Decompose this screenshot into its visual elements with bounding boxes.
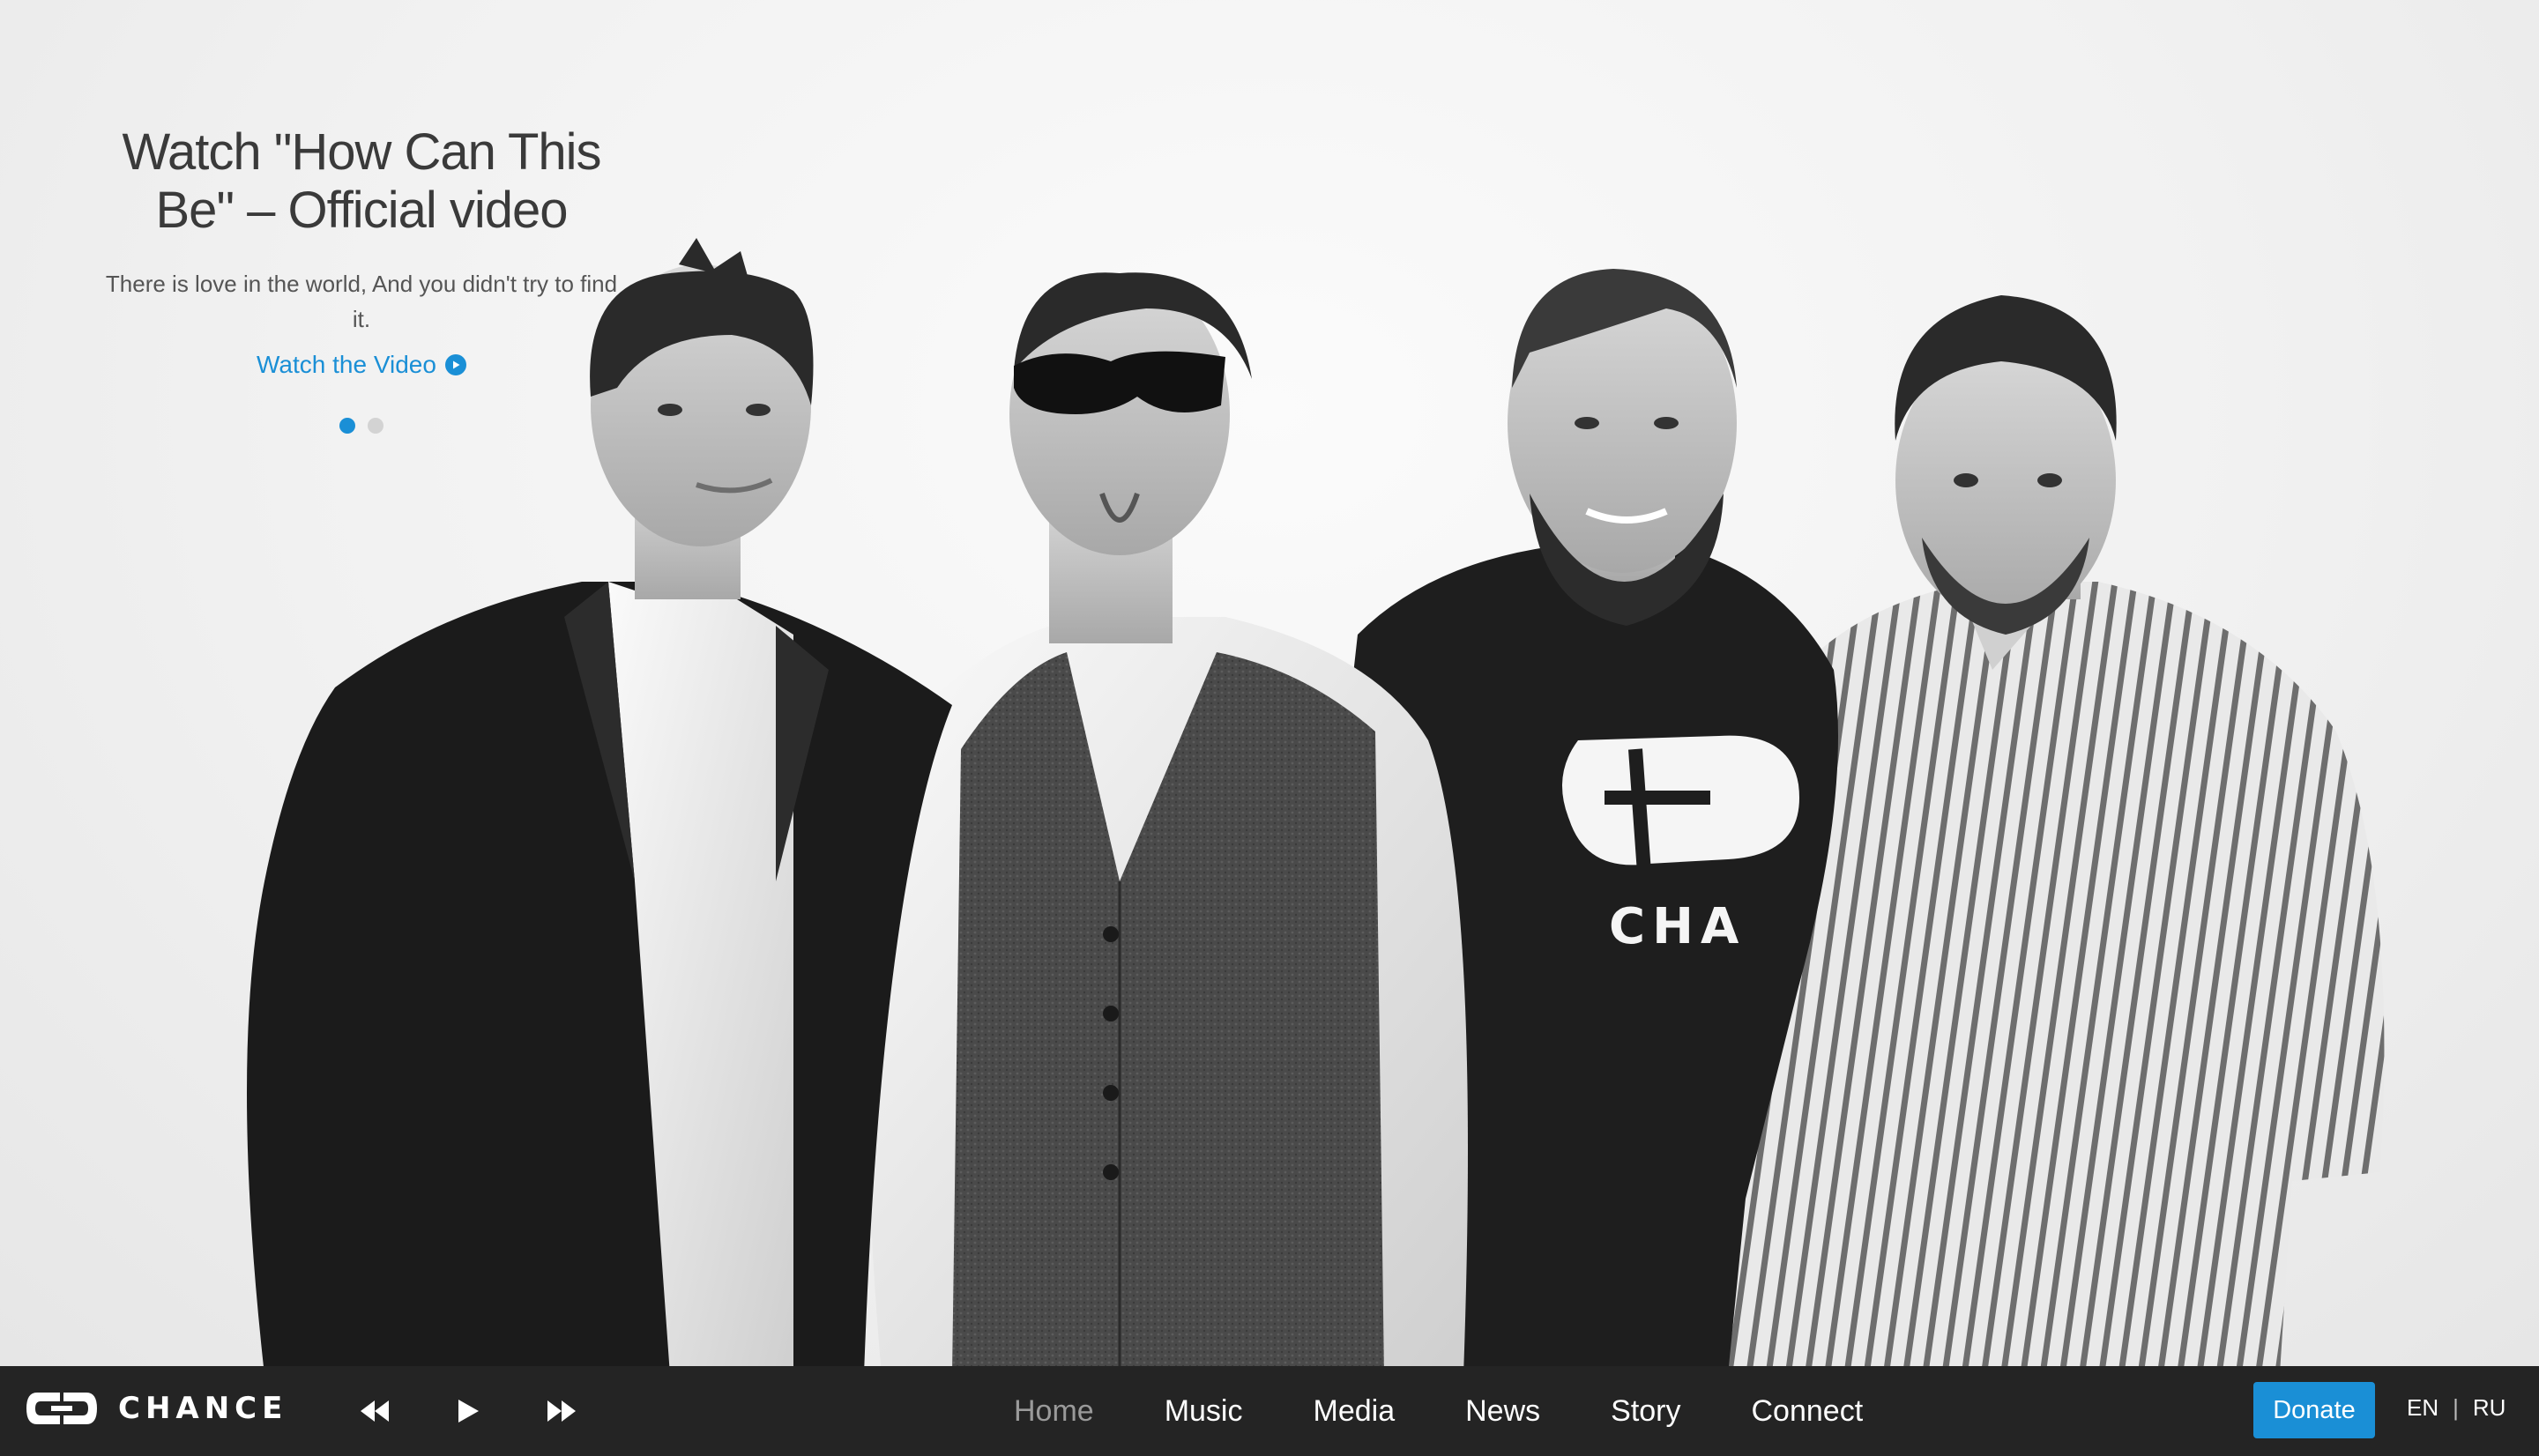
hero-slide: Watch "How Can This Be" – Official video…	[97, 123, 626, 434]
watch-video-label: Watch the Video	[257, 351, 436, 378]
slide-title: Watch "How Can This Be" – Official video	[122, 123, 601, 239]
fast-forward-icon	[547, 1400, 576, 1422]
nav-item-home[interactable]: Home	[979, 1394, 1129, 1429]
music-player	[353, 1389, 584, 1433]
band-member-2	[867, 272, 1468, 1366]
slide-pagination	[97, 418, 626, 434]
svg-text:CHA: CHA	[1609, 898, 1746, 955]
main-nav: Home Music Media News Story Connect	[979, 1366, 1898, 1456]
brand-name: CHANCE	[118, 1391, 288, 1426]
hero-section: CHA Watch "How Can This Be" – Official v…	[0, 0, 2539, 1366]
nav-item-connect[interactable]: Connect	[1716, 1394, 1899, 1429]
play-circle-icon	[444, 354, 466, 375]
watch-video-link[interactable]: Watch the Video	[257, 351, 466, 379]
slide-description: There is love in the world, And you didn…	[105, 271, 618, 332]
language-switcher: EN | RU	[2407, 1394, 2505, 1422]
slide-dot-2[interactable]	[368, 418, 383, 434]
fast-forward-button[interactable]	[540, 1389, 584, 1433]
donate-button[interactable]: Donate	[2253, 1382, 2375, 1438]
nav-item-news[interactable]: News	[1430, 1394, 1575, 1429]
language-ru[interactable]: RU	[2473, 1394, 2506, 1422]
chance-logo-icon	[26, 1393, 97, 1424]
language-en[interactable]: EN	[2407, 1394, 2438, 1422]
brand-logo[interactable]: CHANCE	[25, 1391, 287, 1426]
slide-dot-1[interactable]	[339, 418, 355, 434]
rewind-icon	[361, 1400, 389, 1422]
rewind-button[interactable]	[353, 1389, 397, 1433]
nav-item-story[interactable]: Story	[1575, 1394, 1716, 1429]
nav-item-music[interactable]: Music	[1129, 1394, 1278, 1429]
language-separator: |	[2453, 1394, 2459, 1421]
bottom-bar: CHANCE Home Music Media News Story Conne…	[0, 1366, 2539, 1456]
play-button[interactable]	[446, 1389, 490, 1433]
play-icon	[458, 1400, 479, 1423]
nav-item-media[interactable]: Media	[1278, 1394, 1431, 1429]
